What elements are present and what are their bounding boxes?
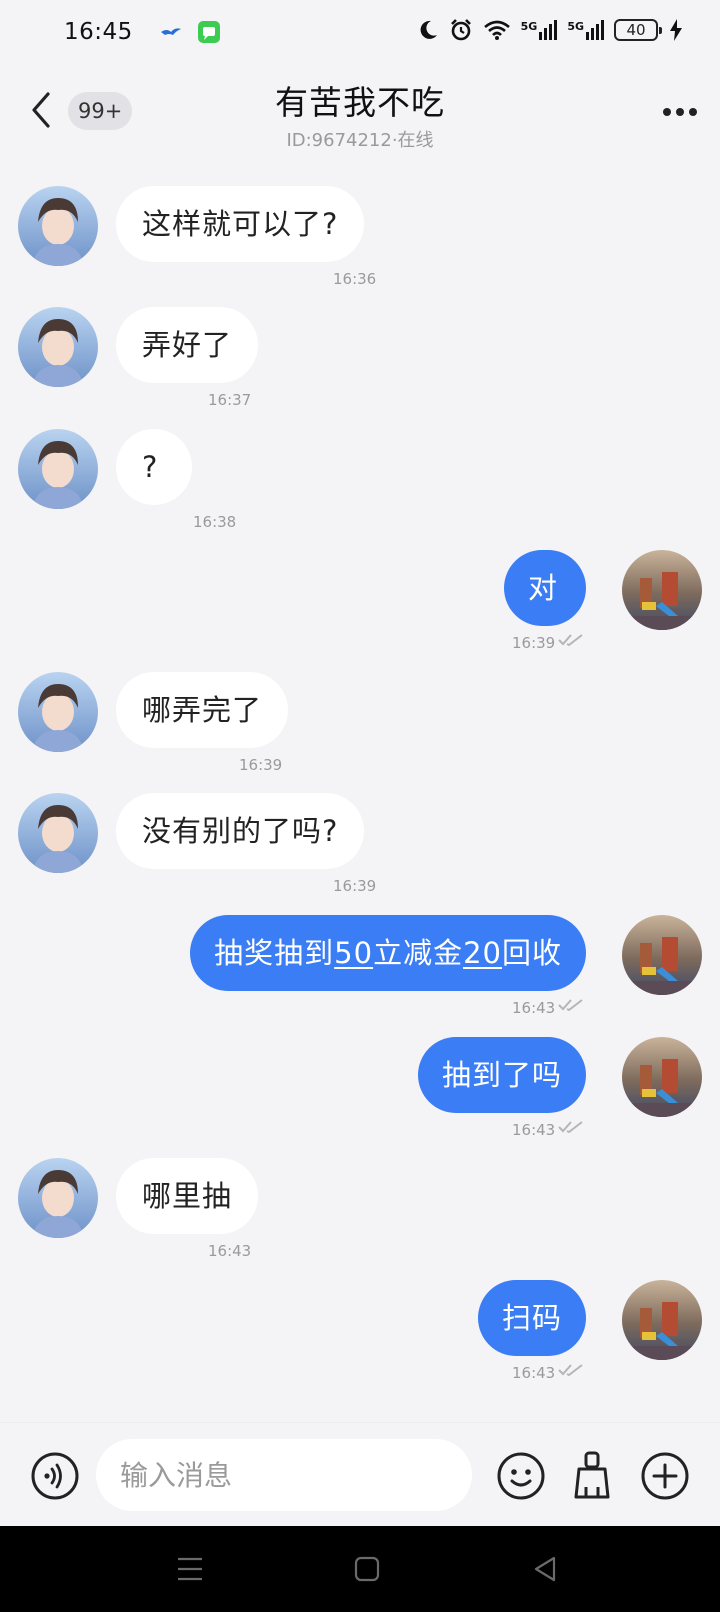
incoming-bubble[interactable]: 哪弄完了 [116, 672, 289, 748]
moon-icon [420, 20, 437, 39]
dot [676, 108, 684, 116]
home-icon[interactable] [354, 1556, 380, 1582]
message-row: 哪里抽 16:43 [0, 1136, 720, 1260]
message-input[interactable] [96, 1439, 472, 1511]
status-time: 16:45 [64, 19, 133, 45]
message-row: 抽到了吗 16:43 [0, 1015, 720, 1139]
back-triangle-icon[interactable] [532, 1555, 558, 1583]
signal-5g-2: 5G [567, 20, 604, 40]
message-row: 抽奖抽到50立减金20回收 16:43 [0, 893, 720, 1017]
message-link-number[interactable]: 20 [463, 936, 502, 970]
signal-5g-1: 5G [521, 20, 558, 40]
charging-icon [670, 19, 682, 41]
outgoing-bubble[interactable]: 抽奖抽到50立减金20回收 [190, 915, 586, 991]
chat-title: 有苦我不吃 [275, 83, 445, 122]
message-row: 弄好了 16:37 [0, 285, 720, 409]
incoming-bubble[interactable]: 弄好了 [116, 307, 259, 383]
more-button[interactable] [660, 92, 700, 132]
network-label: 5G [520, 20, 538, 33]
voice-icon[interactable] [30, 1451, 80, 1501]
menu-icon[interactable] [176, 1556, 204, 1582]
contact-avatar[interactable] [18, 672, 98, 752]
status-app-icons [159, 20, 221, 44]
outgoing-bubble[interactable]: 扫码 [477, 1280, 586, 1356]
my-avatar[interactable] [622, 1037, 702, 1117]
dot [663, 108, 671, 116]
message-row: 哪弄完了 16:39 [0, 650, 720, 774]
incoming-bubble[interactable]: 这样就可以了? [116, 186, 365, 262]
message-time: 16:43 [512, 1364, 556, 1382]
battery-indicator: 40 [614, 19, 662, 41]
input-bar [0, 1422, 720, 1526]
message-row: ? 16:38 [0, 407, 720, 531]
network-label: 5G [567, 20, 584, 33]
contact-avatar[interactable] [18, 429, 98, 509]
contact-avatar[interactable] [18, 1158, 98, 1238]
message-row: 对 16:39 [0, 528, 720, 652]
message-text-part: 抽奖抽到 [214, 936, 335, 970]
double-check-icon [558, 1121, 583, 1134]
contact-avatar[interactable] [18, 793, 98, 873]
status-right: 5G 5G 40 [417, 18, 682, 42]
incoming-bubble[interactable]: 没有别的了吗? [116, 793, 365, 869]
outgoing-bubble[interactable]: 抽到了吗 [417, 1037, 586, 1113]
message-row: 没有别的了吗? 16:39 [0, 771, 720, 895]
system-nav-bar [0, 1526, 720, 1612]
my-avatar[interactable] [622, 915, 702, 995]
signal-bars-icon [586, 20, 604, 40]
broom-icon[interactable] [566, 1449, 618, 1501]
my-avatar[interactable] [622, 1280, 702, 1360]
dot [689, 108, 697, 116]
chat-subtitle: ID:9674212·在线 [286, 130, 434, 151]
wifi-icon [483, 20, 510, 40]
chat-header: 99+ 有苦我不吃 ID:9674212·在线 [0, 64, 720, 164]
incoming-bubble[interactable]: 哪里抽 [116, 1158, 259, 1234]
message-row: 扫码 16:43 [0, 1258, 720, 1382]
message-link-number[interactable]: 50 [334, 936, 373, 970]
bird-app-icon [160, 28, 181, 35]
message-list[interactable]: 这样就可以了? 16:36 弄好了 16:37 ? 16:38 对 16:39 … [0, 164, 720, 1422]
message-app-icon [197, 21, 220, 43]
my-avatar[interactable] [622, 550, 702, 630]
status-bar: 16:45 5G 5G 40 [0, 0, 720, 64]
plus-icon[interactable] [640, 1451, 690, 1501]
incoming-bubble[interactable]: ? [116, 429, 193, 505]
double-check-icon [558, 634, 583, 647]
double-check-icon [558, 1364, 583, 1377]
signal-bars-icon [539, 20, 558, 40]
message-text-part: 回收 [501, 936, 562, 970]
alarm-icon [450, 19, 471, 41]
message-text-part: 立减金 [373, 936, 464, 970]
emoji-icon[interactable] [496, 1451, 546, 1501]
contact-avatar[interactable] [18, 307, 98, 387]
outgoing-bubble[interactable]: 对 [503, 550, 586, 626]
contact-avatar[interactable] [18, 186, 98, 266]
double-check-icon [558, 999, 583, 1012]
message-row: 这样就可以了? 16:36 [0, 164, 720, 288]
